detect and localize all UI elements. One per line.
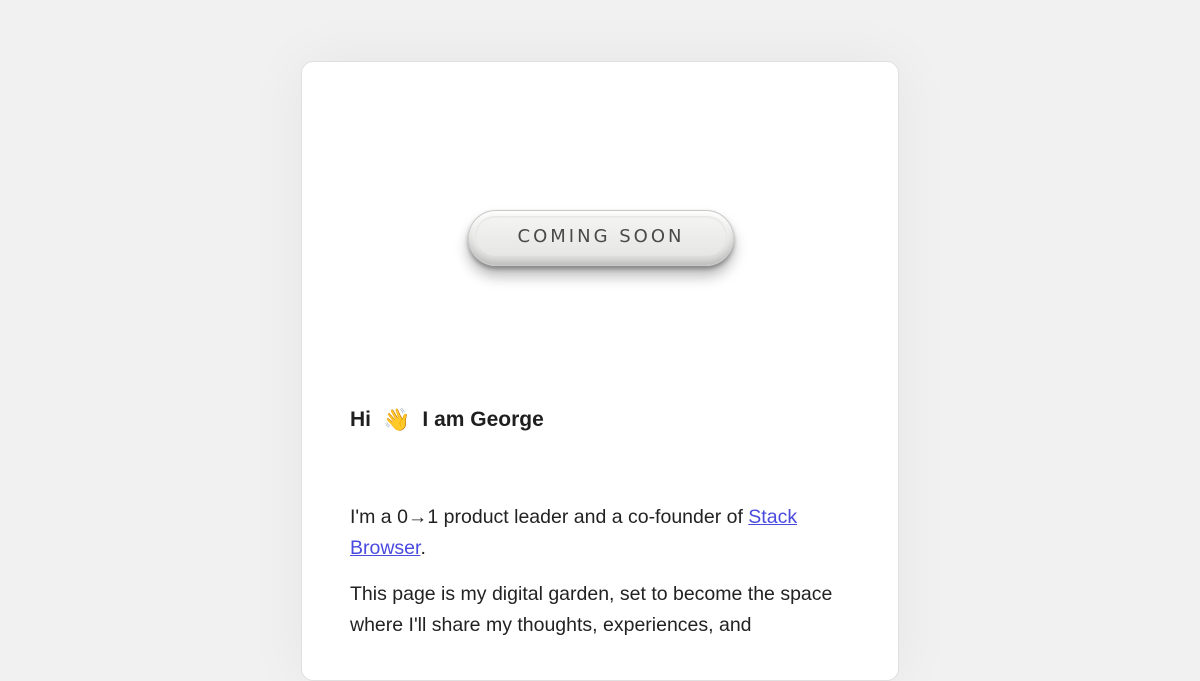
greeting-name: I am George (422, 408, 544, 431)
intro-period: . (420, 537, 426, 559)
waving-hand-icon: 👋 (383, 407, 411, 432)
badge-inner: COMING SOON (475, 216, 727, 256)
coming-soon-badge: COMING SOON (468, 210, 734, 266)
intro-text: I'm a 0→1 product leader and a co-founde… (350, 506, 749, 528)
badge-outer: COMING SOON (468, 210, 734, 266)
greeting-hi: Hi (350, 408, 371, 431)
badge-label: COMING SOON (517, 225, 685, 247)
content-card: COMING SOON Hi 👋 I am George I'm a 0→1 p… (301, 61, 899, 681)
greeting-heading: Hi 👋 I am George (350, 408, 544, 432)
intro-paragraph: I'm a 0→1 product leader and a co-founde… (350, 502, 850, 564)
garden-paragraph: This page is my digital garden, set to b… (350, 583, 833, 636)
